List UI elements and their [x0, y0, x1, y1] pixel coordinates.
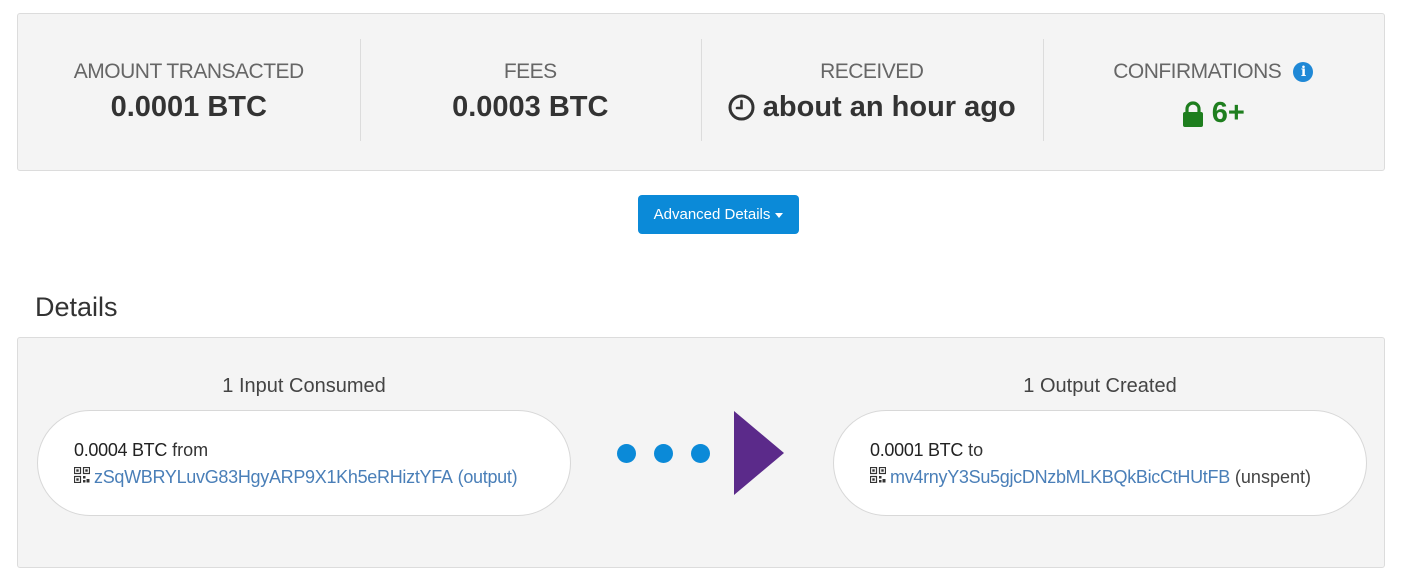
output-amount-line: 0.0001 BTC to — [870, 437, 1366, 463]
fees-text: 0.0003 BTC — [452, 91, 609, 123]
qr-code-icon[interactable] — [869, 463, 887, 491]
input-amount-line: 0.0004 BTC from — [74, 437, 570, 463]
details-panel: 1 Input Consumed 0.0004 BTC from zSqWBRY… — [17, 337, 1385, 568]
input-status-link[interactable]: (output) — [458, 463, 518, 491]
flow-dot — [691, 444, 710, 463]
qr-code-icon[interactable] — [73, 463, 91, 491]
amount-transacted-text: 0.0001 BTC — [110, 91, 267, 123]
input-address-link[interactable]: zSqWBRYLuvG83HgyARP9X1Kh5eRHiztYFA — [94, 463, 453, 491]
flow-dot — [654, 444, 673, 463]
fees-value: 0.0003 BTC — [360, 91, 702, 124]
amount-transacted-stat: AMOUNT TRANSACTED 0.0001 BTC — [18, 14, 360, 170]
amount-transacted-value: 0.0001 BTC — [18, 91, 360, 124]
fees-label: FEES — [503, 60, 557, 83]
fees-stat: FEES 0.0003 BTC — [359, 14, 702, 170]
output-item: 0.0001 BTC to mv4rnyY3Su5gjcDNzbMLKBQkBi… — [833, 410, 1367, 516]
advanced-details-label: Advanced Details — [653, 206, 771, 223]
input-amount: 0.0004 BTC — [74, 440, 168, 460]
inputs-title: 1 Input Consumed — [222, 375, 386, 397]
input-direction: from — [172, 440, 209, 460]
received-stat: RECEIVED about an hour ago — [701, 14, 1043, 170]
confirmations-value: 6+ — [1043, 97, 1385, 130]
lock-icon — [1182, 100, 1204, 127]
input-address-line: zSqWBRYLuvG83HgyARP9X1Kh5eRHiztYFA (outp… — [73, 463, 570, 491]
output-address-line: mv4rnyY3Su5gjcDNzbMLKBQkBicCtHUtFB (unsp… — [869, 463, 1366, 491]
confirmations-stat: CONFIRMATIONS i 6+ — [1042, 14, 1385, 170]
outputs-title: 1 Output Created — [1023, 375, 1177, 397]
confirmations-label-text: CONFIRMATIONS — [1113, 60, 1282, 83]
transaction-summary: AMOUNT TRANSACTED 0.0001 BTC FEES 0.0003… — [17, 13, 1385, 171]
input-item: 0.0004 BTC from zSqWBRYLuvG83HgyARP9X1Kh… — [37, 410, 571, 516]
received-label: RECEIVED — [820, 60, 924, 83]
details-heading: Details — [35, 292, 118, 322]
output-direction: to — [968, 440, 984, 460]
confirmations-label: CONFIRMATIONS i — [1043, 60, 1385, 84]
output-address-link[interactable]: mv4rnyY3Su5gjcDNzbMLKBQkBicCtHUtFB — [890, 463, 1230, 491]
flow-dot — [617, 444, 636, 463]
clock-icon — [728, 94, 755, 121]
amount-transacted-label: AMOUNT TRANSACTED — [73, 60, 304, 83]
info-icon[interactable]: i — [1293, 62, 1314, 83]
received-value: about an hour ago — [701, 91, 1043, 124]
flow-dots — [617, 444, 710, 463]
advanced-details-button[interactable]: Advanced Details — [638, 195, 799, 234]
received-text: about an hour ago — [762, 91, 1016, 123]
output-status: (unspent) — [1234, 467, 1311, 487]
confirmations-text: 6+ — [1211, 97, 1245, 129]
flow-arrow-icon — [734, 411, 784, 495]
output-amount: 0.0001 BTC — [870, 440, 964, 460]
caret-down-icon — [775, 213, 784, 218]
